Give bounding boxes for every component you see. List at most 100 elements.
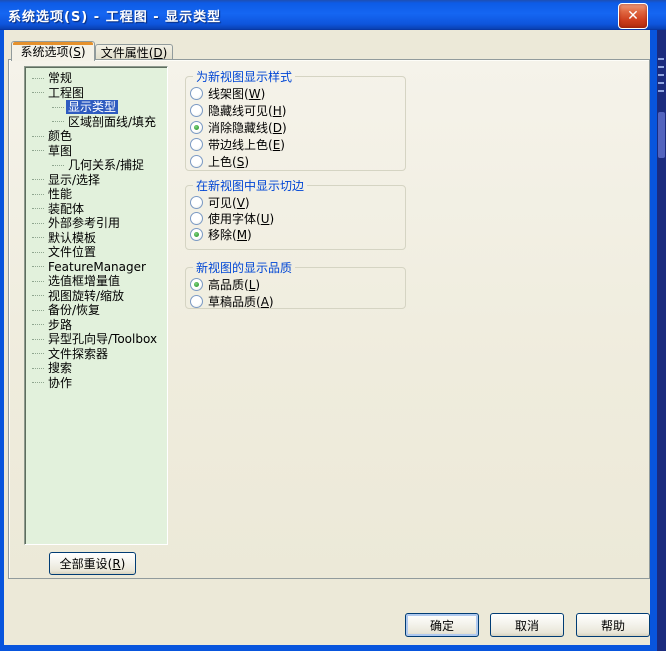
tree-item-label: 显示类型: [66, 100, 119, 115]
radio-button-icon: [190, 121, 203, 134]
settings-tree[interactable]: 常规 工程图 显示类型 区域剖面线/填充 颜色 草图 几何关系/捕捉 显示/选择…: [24, 66, 168, 545]
tree-item[interactable]: 常规: [25, 71, 167, 86]
tree-item-label: 备份/恢复: [48, 303, 101, 318]
close-button[interactable]: ✕: [618, 3, 648, 29]
radio-option[interactable]: 高品质(L): [190, 276, 405, 293]
tree-item[interactable]: 颜色: [25, 129, 167, 144]
tree-item[interactable]: 步路: [25, 318, 167, 333]
radio-option[interactable]: 上色(S): [190, 153, 405, 170]
radio-option[interactable]: 草稿品质(A): [190, 293, 405, 310]
tree-item-label: 显示/选择: [48, 172, 101, 187]
background-window-strip: [657, 30, 666, 651]
tree-item[interactable]: 区域剖面线/填充: [25, 115, 167, 130]
radio-button-icon: [190, 195, 203, 209]
help-button-label: 帮助: [600, 618, 625, 633]
tab-document-properties[interactable]: 文件属性(D): [95, 44, 173, 60]
tree-connector-line: [32, 309, 44, 311]
tree-item[interactable]: 显示类型: [25, 100, 167, 115]
tree-item[interactable]: 几何关系/捕捉: [25, 158, 167, 173]
tree-connector-line: [32, 295, 44, 297]
radio-button-icon: [190, 104, 203, 117]
tree-item-label: 区域剖面线/填充: [68, 114, 157, 129]
tree-item-label: 搜索: [48, 361, 73, 376]
tree-item-label: 默认模板: [48, 230, 97, 245]
tree-connector-line: [32, 266, 44, 268]
scrollbar-thumb[interactable]: [658, 112, 665, 158]
tree-item[interactable]: 视图旋转/缩放: [25, 289, 167, 304]
tree-item-label: 文件探索器: [48, 346, 109, 361]
radio-option[interactable]: 移除(M): [190, 226, 405, 242]
tree-item[interactable]: 装配体: [25, 202, 167, 217]
tree-connector-line: [32, 237, 44, 239]
tree-connector-line: [32, 338, 44, 340]
radio-option-label: 使用字体(U): [208, 211, 275, 226]
radio-option-label: 隐藏线可见(H): [208, 104, 287, 118]
tree-connector-line: [52, 164, 64, 166]
tree-item[interactable]: 默认模板: [25, 231, 167, 246]
tree-connector-line: [52, 121, 64, 123]
tree-connector-line: [32, 324, 44, 326]
reset-all-label: 全部重设(R): [59, 557, 126, 571]
tree-item[interactable]: 备份/恢复: [25, 303, 167, 318]
radio-button-icon: [190, 295, 203, 308]
radio-option[interactable]: 可见(V): [190, 194, 405, 210]
radio-button-icon: [190, 278, 203, 291]
tree-connector-line: [32, 251, 44, 253]
tree-item-label: 外部参考引用: [48, 216, 121, 231]
tree-item[interactable]: 异型孔向导/Toolbox: [25, 332, 167, 347]
radio-option[interactable]: 线架图(W): [190, 85, 405, 102]
tree-item-label: 步路: [48, 317, 73, 332]
tree-item[interactable]: 外部参考引用: [25, 216, 167, 231]
cancel-button-label: 取消: [514, 618, 539, 633]
ok-button[interactable]: 确定: [405, 613, 479, 637]
dialog-title: 系统选项(S) - 工程图 - 显示类型: [8, 9, 222, 25]
radio-option-label: 消除隐藏线(D): [208, 121, 287, 135]
tree-item-label: 性能: [48, 187, 73, 202]
tree-item[interactable]: 选值框增量值: [25, 274, 167, 289]
radio-option[interactable]: 带边线上色(E): [190, 136, 405, 153]
tree-item[interactable]: 显示/选择: [25, 173, 167, 188]
tree-item-label: 颜色: [48, 129, 73, 144]
tree-item[interactable]: 搜索: [25, 361, 167, 376]
scrollbar-tick: [658, 82, 664, 84]
radio-option-label: 高品质(L): [208, 278, 261, 292]
tree-item-label: 异型孔向导/Toolbox: [48, 332, 158, 347]
group-tangent-edges: 在新视图中显示切边 可见(V) 使用字体(U) 移除(M): [185, 177, 406, 250]
tree-item[interactable]: 草图: [25, 144, 167, 159]
title-bar[interactable]: 系统选项(S) - 工程图 - 显示类型: [0, 0, 666, 30]
tree-connector-line: [32, 135, 44, 137]
radio-option[interactable]: 消除隐藏线(D): [190, 119, 405, 136]
radio-option[interactable]: 隐藏线可见(H): [190, 102, 405, 119]
scrollbar-tick: [658, 66, 664, 68]
tree-item[interactable]: 协作: [25, 376, 167, 391]
group-title: 在新视图中显示切边: [196, 179, 305, 193]
tree-connector-line: [32, 77, 44, 79]
tree-item[interactable]: 工程图: [25, 86, 167, 101]
tree-connector-line: [32, 353, 44, 355]
tree-item-label: 装配体: [48, 201, 85, 216]
tree-connector-line: [32, 382, 44, 384]
tree-item[interactable]: FeatureManager: [25, 260, 167, 275]
group-display-style: 为新视图显示样式 线架图(W) 隐藏线可见(H) 消除隐藏线(D) 带边线上色(…: [185, 68, 406, 171]
tree-connector-line: [32, 92, 44, 94]
radio-button-icon: [190, 138, 203, 151]
radio-button-icon: [190, 211, 203, 225]
tree-connector-line: [32, 179, 44, 181]
tree-item[interactable]: 文件探索器: [25, 347, 167, 362]
reset-all-button[interactable]: 全部重设(R): [49, 552, 136, 575]
scrollbar-tick: [658, 90, 664, 92]
tree-connector-line: [32, 280, 44, 282]
tab-system-options[interactable]: 系统选项(S): [11, 41, 95, 61]
window-border-bottom: [0, 645, 657, 651]
radio-option-label: 移除(M): [208, 227, 252, 242]
radio-option[interactable]: 使用字体(U): [190, 210, 405, 226]
tree-item[interactable]: 性能: [25, 187, 167, 202]
tree-connector-line: [32, 150, 44, 152]
help-button[interactable]: 帮助: [576, 613, 650, 637]
tree-item[interactable]: 文件位置: [25, 245, 167, 260]
tree-item-label: 常规: [48, 71, 73, 86]
window-border-left: [0, 30, 4, 645]
tree-item-label: 几何关系/捕捉: [68, 158, 145, 173]
cancel-button[interactable]: 取消: [490, 613, 564, 637]
radio-option-label: 带边线上色(E): [208, 138, 285, 152]
